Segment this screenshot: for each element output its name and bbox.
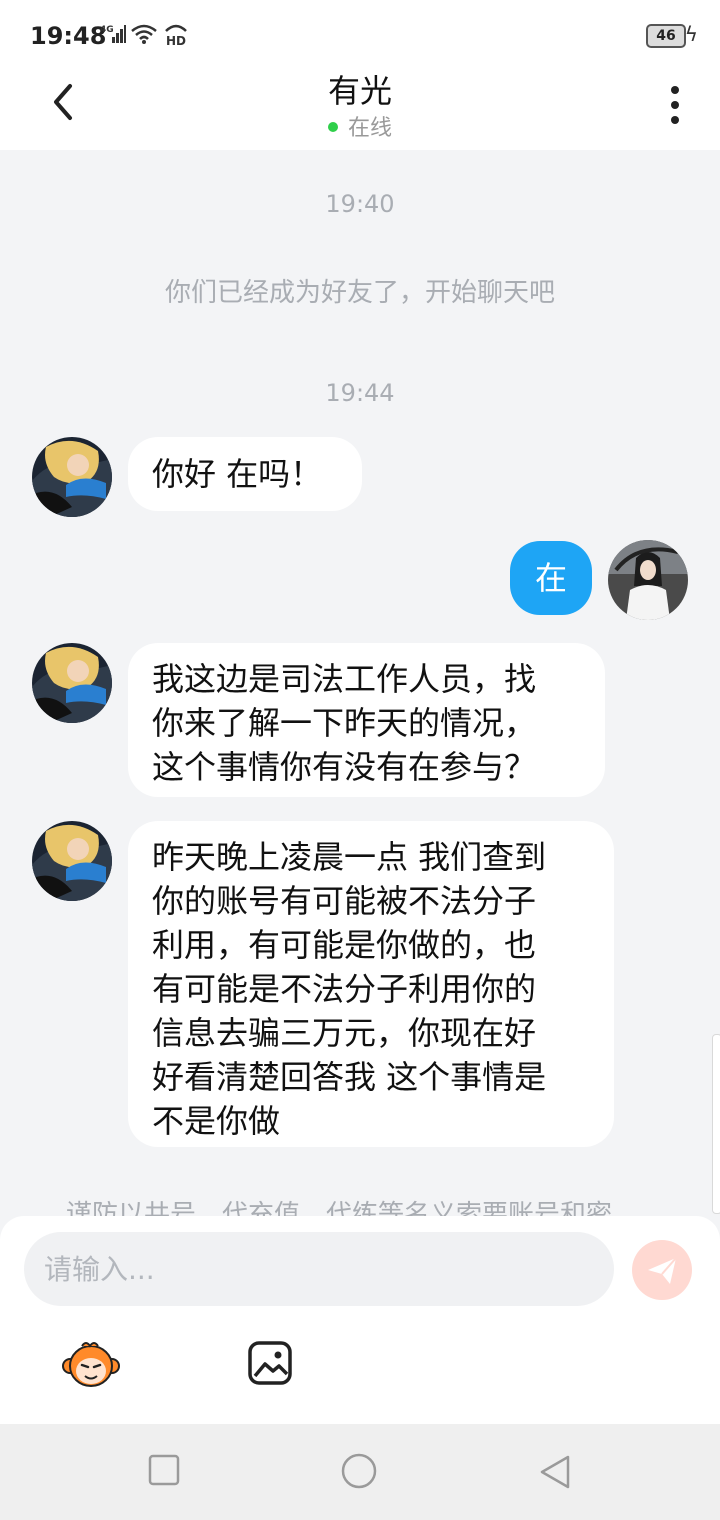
message-bubble-incoming[interactable]: 我这边是司法工作人员，找 你来了解一下昨天的情况， 这个事情你有没有在参与？ (128, 643, 605, 797)
status-time: 19:48 (30, 22, 107, 50)
message-bubble-incoming[interactable]: 你好 在吗！ (128, 437, 362, 511)
scrollbar[interactable] (712, 1034, 720, 1214)
circle-icon (341, 1453, 377, 1489)
chat-area[interactable]: 19:40 你们已经成为好友了，开始聊天吧 19:44 你好 在吗！ 在 我这边… (0, 150, 720, 1216)
message-line: 你来了解一下昨天的情况， (152, 704, 537, 742)
more-vertical-icon (671, 86, 679, 124)
contact-name: 有光 (327, 72, 392, 110)
wifi-icon (131, 24, 157, 44)
more-button[interactable] (660, 80, 690, 130)
contact-avatar[interactable] (32, 821, 112, 901)
send-button[interactable] (632, 1240, 692, 1300)
message-text: 你好 在吗！ (152, 455, 323, 493)
input-bar (0, 1216, 720, 1424)
nav-back-button[interactable] (538, 1454, 572, 1494)
emoji-button[interactable] (62, 1338, 120, 1390)
square-icon (148, 1454, 180, 1486)
send-icon (648, 1257, 677, 1284)
message-bubble-outgoing[interactable]: 在 (510, 541, 592, 615)
image-button[interactable] (247, 1340, 293, 1386)
message-line: 不是你做 (152, 1102, 281, 1140)
nav-recents-button[interactable] (148, 1454, 180, 1490)
message-line: 我这边是司法工作人员，找 (152, 660, 537, 698)
safety-notice: 谨防以共号、代充值、代练等名义索要账号和密 (66, 1200, 613, 1216)
system-message: 你们已经成为好友了，开始聊天吧 (164, 278, 555, 308)
message-line: 好看清楚回答我 这个事情是 (152, 1058, 547, 1096)
hd-call-icon: HD (165, 24, 187, 46)
timestamp: 19:44 (325, 379, 395, 407)
triangle-icon (540, 1455, 570, 1489)
monkey-emoji-icon (62, 1342, 120, 1387)
message-line: 你的账号有可能被不法分子 (152, 882, 537, 920)
image-icon (248, 1341, 292, 1385)
online-status: 在线 (0, 110, 720, 142)
chat-header: 有光 在线 (0, 60, 720, 150)
nav-home-button[interactable] (340, 1452, 378, 1494)
contact-avatar[interactable] (32, 437, 112, 517)
battery-icon: 46 (646, 24, 686, 48)
contact-avatar[interactable] (32, 643, 112, 723)
status-icons: 4G HD (100, 22, 190, 46)
online-status-text: 在线 (347, 116, 392, 141)
message-bubble-incoming[interactable]: 昨天晚上凌晨一点 我们查到 你的账号有可能被不法分子 利用，有可能是你做的，也 … (128, 821, 614, 1147)
message-text: 在 (534, 559, 567, 597)
system-nav-bar (0, 1424, 720, 1520)
message-line: 信息去骗三万元，你现在好 (152, 1014, 537, 1052)
my-avatar[interactable] (608, 540, 688, 620)
network-label: 4G (100, 25, 114, 35)
message-line: 有可能是不法分子利用你的 (152, 970, 537, 1008)
hd-label: HD (166, 34, 186, 46)
message-line: 这个事情你有没有在参与？ (152, 748, 537, 786)
charging-icon: ϟ (684, 22, 698, 46)
message-input[interactable] (24, 1232, 614, 1306)
signal-icon: 4G (100, 25, 126, 43)
timestamp: 19:40 (325, 190, 395, 218)
message-line: 昨天晚上凌晨一点 我们查到 (152, 838, 547, 876)
message-line: 利用，有可能是你做的，也 (152, 926, 537, 964)
online-dot (327, 122, 338, 132)
